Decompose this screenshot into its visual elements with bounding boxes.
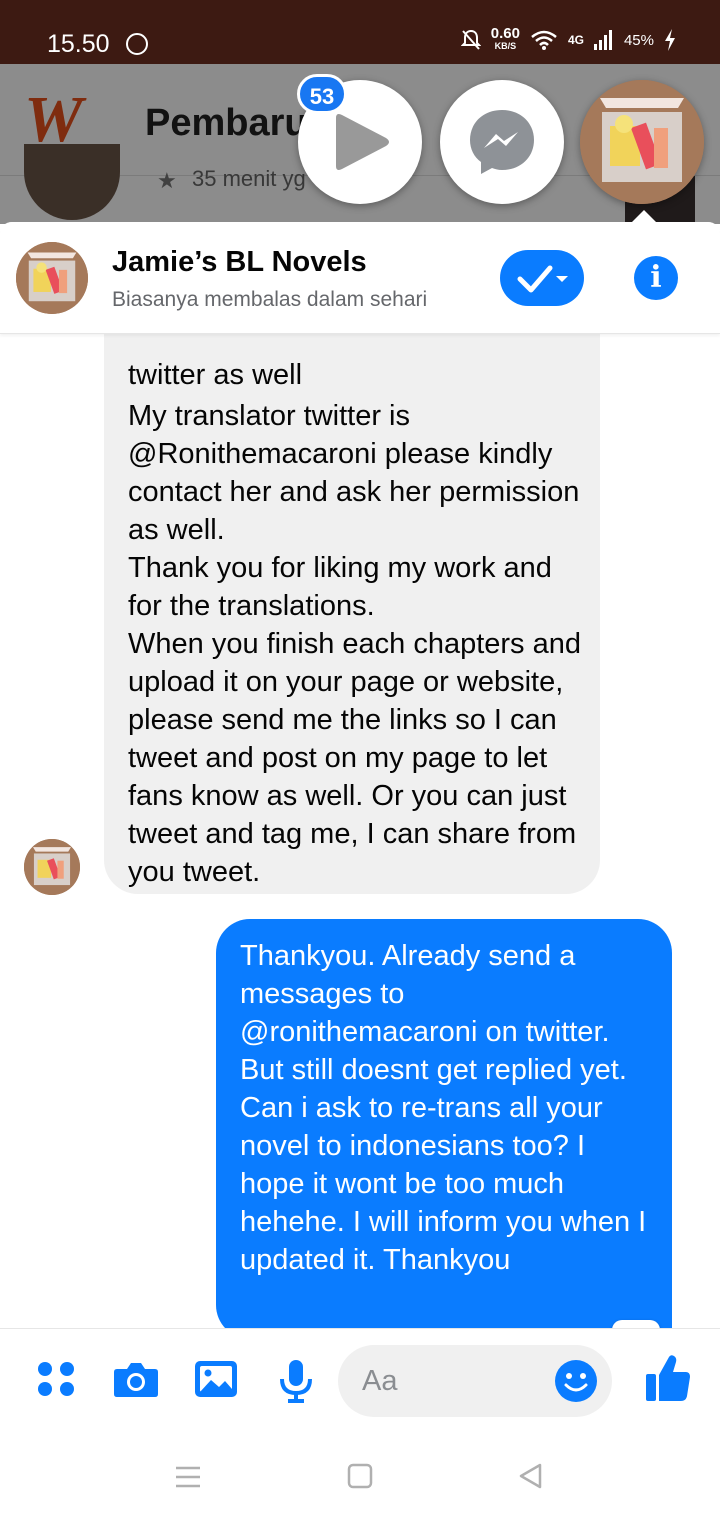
outgoing-message-bubble[interactable]: Thankyou. Already send a messages to @ro… — [216, 919, 672, 1339]
incoming-message-bubble[interactable]: twitter as well My translator twitter is… — [104, 272, 600, 894]
microphone-icon[interactable] — [278, 1359, 314, 1403]
done-button[interactable] — [500, 250, 584, 306]
chat-header: Jamie’s BL Novels Biasanya membalas dala… — [0, 222, 720, 334]
contact-response-time: Biasanya membalas dalam sehari — [112, 288, 428, 311]
incoming-message-text: My translator twitter is @Ronithemacaron… — [128, 400, 581, 888]
incoming-message-cut-line: twitter as well — [128, 359, 303, 391]
check-icon — [517, 265, 568, 293]
battery-percent: 45% — [623, 31, 654, 49]
status-bar: 15.50 0.60 KB/S 4G 45% — [0, 0, 720, 64]
contact-avatar-image — [24, 839, 80, 895]
contact-name[interactable]: Jamie’s BL Novels — [112, 246, 367, 279]
status-time: 15.50 — [47, 30, 110, 58]
system-navigation-bar — [0, 1432, 720, 1520]
messenger-chathead[interactable] — [440, 80, 564, 204]
outgoing-message-text: Thankyou. Already send a messages to @ro… — [240, 940, 647, 1276]
unread-badge: 53 — [297, 74, 347, 114]
contact-avatar[interactable] — [16, 242, 88, 314]
wifi-icon — [531, 30, 557, 50]
info-button[interactable]: i — [634, 256, 678, 300]
home-icon[interactable] — [347, 1463, 373, 1489]
back-icon[interactable] — [517, 1462, 543, 1490]
contact-avatar-image — [580, 80, 704, 204]
camera-icon[interactable] — [113, 1359, 159, 1399]
contact-chathead[interactable] — [580, 80, 704, 204]
chat-panel: Jamie’s BL Novels Biasanya membalas dala… — [0, 222, 720, 1432]
composer-bar: Aa — [0, 1328, 720, 1432]
contact-avatar-image — [16, 242, 88, 314]
message-input-placeholder: Aa — [362, 1365, 398, 1397]
messenger-icon — [470, 110, 534, 174]
charging-icon — [665, 29, 675, 51]
messenger-notification-icon — [126, 33, 148, 55]
gallery-icon[interactable] — [194, 1359, 238, 1399]
info-icon: i — [650, 260, 662, 295]
signal-icon — [593, 30, 612, 50]
incoming-sender-avatar[interactable] — [24, 839, 80, 895]
mute-bell-icon — [460, 29, 481, 50]
recent-apps-icon[interactable] — [174, 1465, 202, 1489]
network-speed: 0.60 KB/S — [490, 25, 520, 51]
emoji-icon[interactable] — [554, 1343, 598, 1419]
like-thumb-icon[interactable] — [645, 1353, 691, 1403]
network-type: 4G — [567, 33, 584, 47]
chathead-pointer — [630, 210, 658, 224]
apps-grid-icon[interactable] — [36, 1359, 76, 1399]
